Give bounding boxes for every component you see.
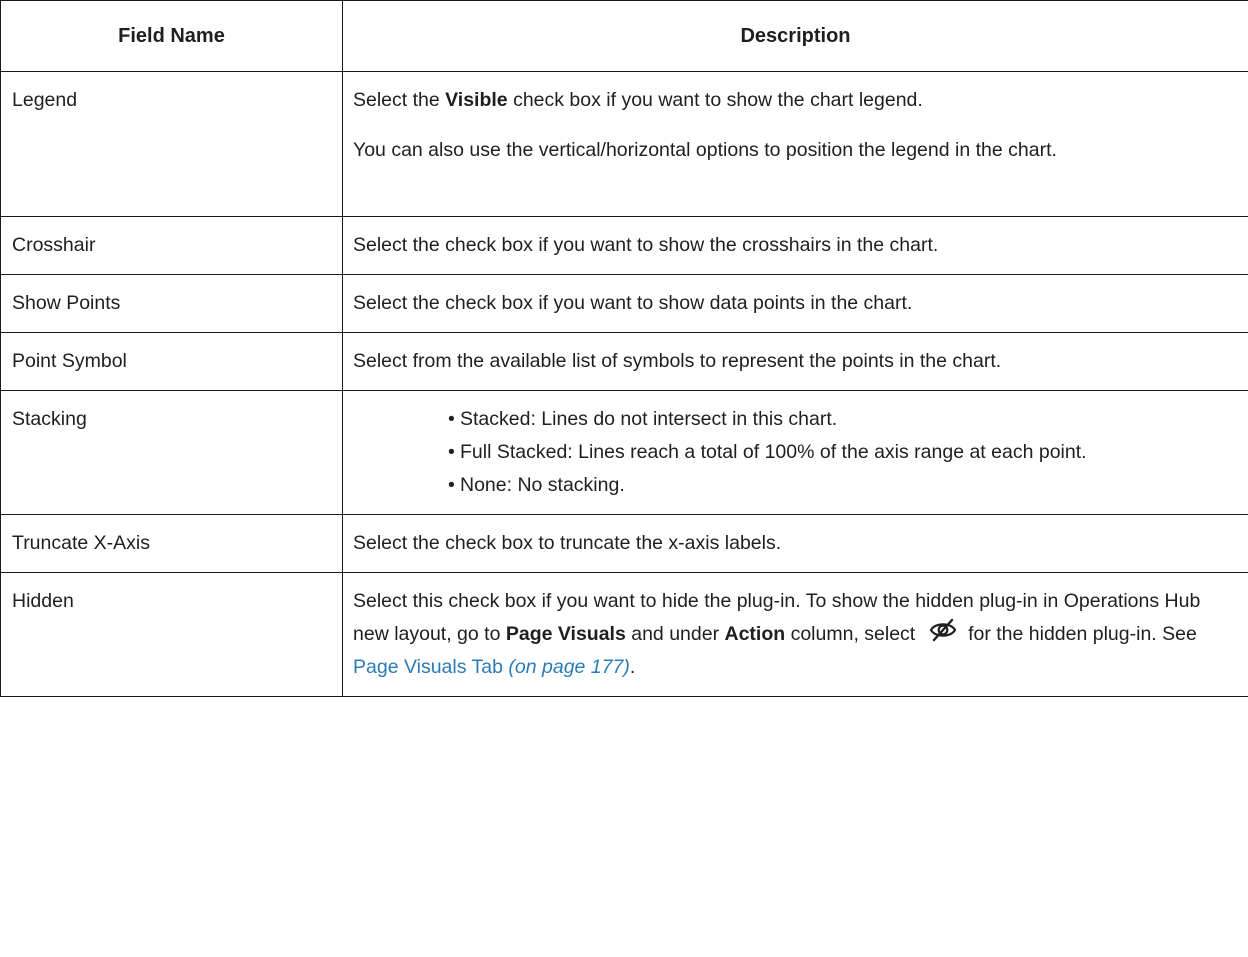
- list-item: • Full Stacked: Lines reach a total of 10…: [448, 436, 1234, 469]
- description-truncate-x-axis: Select the check box to truncate the x-a…: [342, 514, 1248, 573]
- description-hidden: Select this check box if you want to hid…: [342, 572, 1248, 697]
- description-crosshair: Select the check box if you want to show…: [342, 216, 1248, 275]
- legend-paragraph-1: Select the Visible check box if you want…: [353, 84, 1234, 117]
- description-legend: Select the Visible check box if you want…: [342, 71, 1248, 217]
- field-description-table: Field Name Description Legend Select the…: [0, 0, 1248, 697]
- stacking-option-text: Full Stacked: Lines reach a total of 100…: [460, 441, 1087, 463]
- hidden-text-3: column, select: [785, 623, 921, 645]
- field-name-hidden: Hidden: [0, 572, 343, 697]
- bullet-icon: •: [448, 408, 455, 430]
- description-stacking: • Stacked: Lines do not intersect in this…: [342, 390, 1248, 515]
- table-row-hidden: Hidden Select this check box if you want…: [0, 572, 1248, 697]
- hidden-text-2: and under: [625, 623, 725, 645]
- table-row-stacking: Stacking • Stacked: Lines do not intersec…: [0, 390, 1248, 515]
- field-name-show-points: Show Points: [0, 274, 343, 333]
- header-description: Description: [342, 0, 1248, 72]
- legend-visible-bold: Visible: [445, 89, 508, 111]
- description-show-points: Select the check box if you want to show…: [342, 274, 1248, 333]
- header-field-name: Field Name: [0, 0, 343, 72]
- page-visuals-bold: Page Visuals: [505, 623, 626, 645]
- eye-slash-icon: [929, 618, 957, 642]
- page-visuals-tab-link[interactable]: Page Visuals Tab (on page 177): [353, 656, 630, 678]
- legend-p1-text-end: check box if you want to show the chart …: [507, 89, 923, 111]
- list-item: • Stacked: Lines do not intersect in this…: [448, 403, 1234, 436]
- link-page-ref: (on page 177): [508, 656, 630, 678]
- table-row-crosshair: Crosshair Select the check box if you wa…: [0, 216, 1248, 275]
- hidden-text-5: .: [629, 656, 636, 678]
- table-row-legend: Legend Select the Visible check box if y…: [0, 71, 1248, 217]
- stacking-option-text: Stacked: Lines do not intersect in this …: [460, 408, 838, 430]
- link-text: Page Visuals Tab: [353, 656, 503, 678]
- list-item: • None: No stacking.: [448, 469, 1234, 502]
- hidden-text-4: for the hidden plug-in. See: [962, 623, 1197, 645]
- table-row-show-points: Show Points Select the check box if you …: [0, 274, 1248, 333]
- bullet-icon: •: [448, 441, 455, 463]
- stacking-options-list: • Stacked: Lines do not intersect in this…: [353, 403, 1234, 502]
- table-header-row: Field Name Description: [0, 0, 1248, 72]
- field-name-point-symbol: Point Symbol: [0, 332, 343, 391]
- action-bold: Action: [724, 623, 786, 645]
- description-point-symbol: Select from the available list of symbol…: [342, 332, 1248, 391]
- bullet-icon: •: [448, 474, 455, 496]
- stacking-option-text: None: No stacking.: [460, 474, 625, 496]
- field-name-legend: Legend: [0, 71, 343, 217]
- field-name-truncate-x-axis: Truncate X-Axis: [0, 514, 343, 573]
- field-name-crosshair: Crosshair: [0, 216, 343, 275]
- table-row-truncate-x-axis: Truncate X-Axis Select the check box to …: [0, 514, 1248, 573]
- field-name-stacking: Stacking: [0, 390, 343, 515]
- table-row-point-symbol: Point Symbol Select from the available l…: [0, 332, 1248, 391]
- legend-p1-text: Select the: [353, 89, 446, 111]
- legend-paragraph-2: You can also use the vertical/horizontal…: [353, 139, 1057, 161]
